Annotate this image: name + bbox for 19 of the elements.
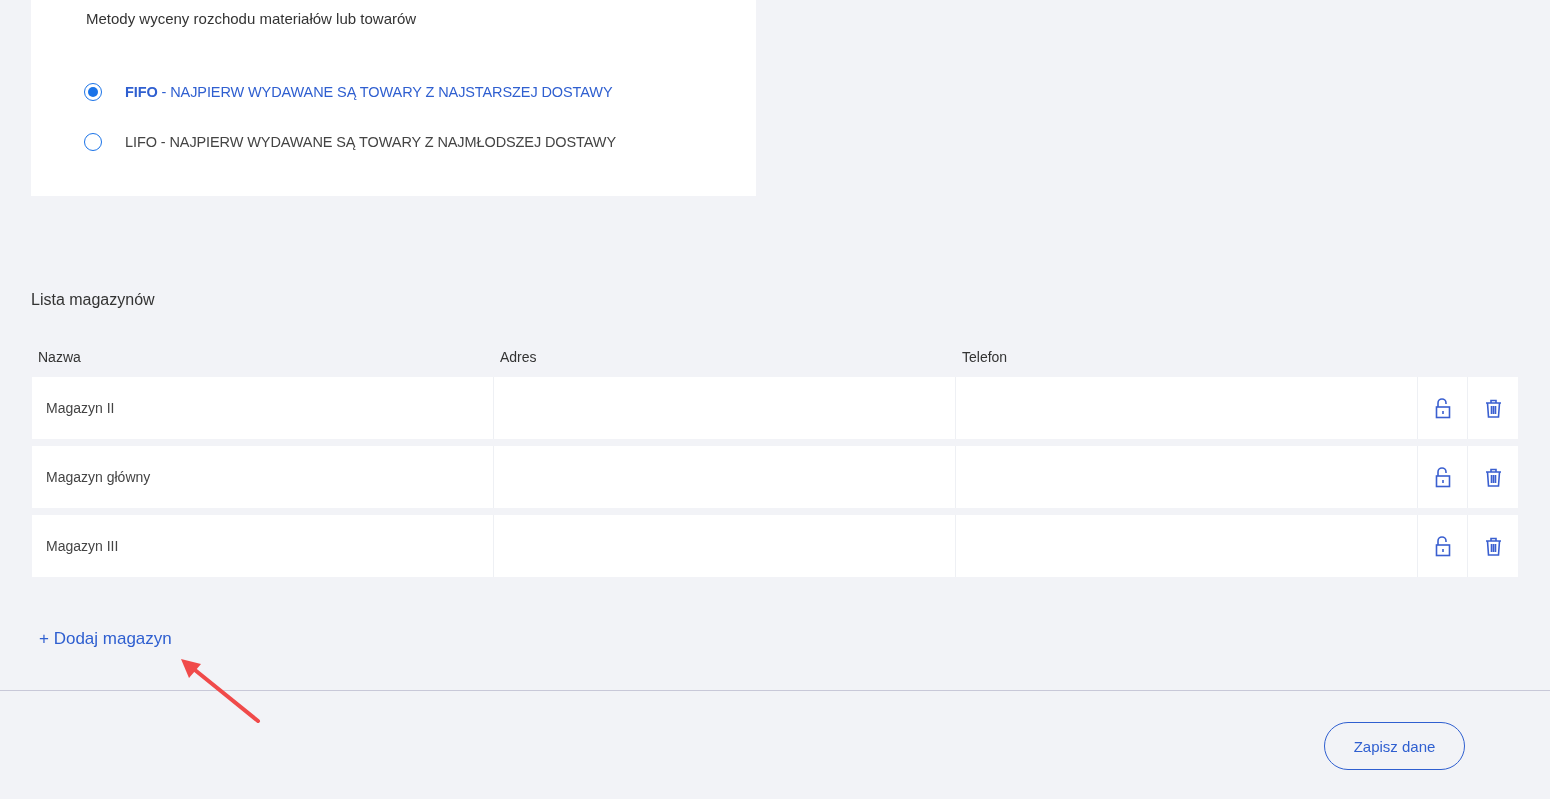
radio-label: LIFO - NAJPIERW WYDAWANE SĄ TOWARY Z NAJMŁODSZEJ DOSTAWY [125, 134, 616, 150]
table-cell: Magazyn główny [32, 446, 494, 508]
column-header: Nazwa [38, 349, 81, 365]
section-title: Lista magazynów [31, 291, 155, 309]
unlocked-padlock-icon[interactable] [1434, 466, 1451, 488]
section-title: Metody wyceny rozchodu materiałów lub towarów [86, 10, 417, 27]
unlocked-padlock-icon[interactable] [1434, 535, 1451, 557]
column-header: Telefon [962, 349, 1008, 365]
table-cell: Magazyn II [32, 377, 494, 439]
trash-icon[interactable] [1484, 467, 1502, 487]
radio-label: FIFO - NAJPIERW WYDAWANE SĄ TOWARY Z NAJSTARSZEJ DOSTAWY [125, 84, 613, 100]
unlocked-padlock-icon[interactable] [1434, 397, 1451, 419]
radio-button[interactable] [84, 83, 102, 101]
trash-icon[interactable] [1484, 536, 1502, 556]
column-header: Adres [500, 349, 537, 365]
trash-icon[interactable] [1484, 398, 1502, 418]
table-cell: Magazyn III [32, 515, 494, 577]
add-warehouse-link[interactable]: + Dodaj magazyn [39, 629, 172, 649]
radio-button[interactable] [84, 133, 102, 151]
